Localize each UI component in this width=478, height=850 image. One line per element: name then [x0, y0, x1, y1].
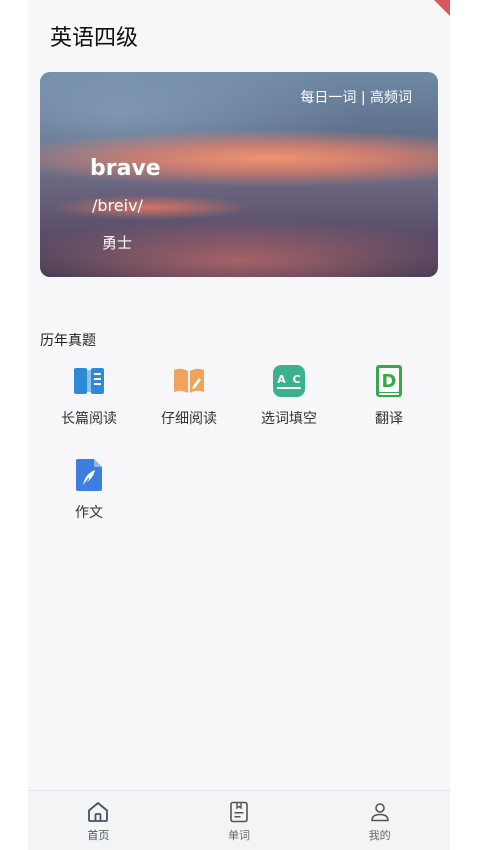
app-screen: 英语四级 每日一词 | 高频词 brave /breiv/ 勇士 历年真题 长篇… [28, 0, 450, 850]
fill-blank-icon: A C [273, 365, 305, 397]
exam-item-careful-reading[interactable]: 仔细阅读 [144, 364, 234, 428]
exam-item-label: 作文 [75, 505, 103, 521]
tab-profile[interactable]: 我的 [309, 791, 450, 850]
svg-text:C: C [292, 373, 300, 386]
vocabulary-icon [230, 801, 248, 823]
dictionary-icon: D [376, 365, 402, 397]
tab-label: 单词 [228, 829, 250, 842]
exam-item-label: 长篇阅读 [61, 411, 117, 427]
user-icon [370, 803, 389, 822]
daily-word-meaning: 勇士 [102, 234, 133, 252]
exam-item-translation[interactable]: D 翻译 [344, 364, 434, 428]
section-title-past-exams: 历年真题 [40, 333, 96, 349]
exam-item-label: 翻译 [375, 411, 403, 427]
exam-item-writing[interactable]: 作文 [44, 458, 134, 522]
tab-vocabulary[interactable]: 单词 [169, 791, 310, 850]
daily-word-card[interactable]: 每日一词 | 高频词 brave /breiv/ 勇士 [40, 72, 438, 277]
svg-text:D: D [382, 371, 397, 392]
quill-document-icon [76, 459, 102, 491]
tab-home[interactable]: 首页 [28, 791, 169, 850]
svg-text:A: A [277, 373, 286, 386]
daily-word: brave [90, 156, 161, 181]
daily-word-tag: 每日一词 | 高频词 [300, 90, 412, 106]
reading-book-icon [174, 368, 204, 393]
exam-item-label: 仔细阅读 [161, 411, 217, 427]
exam-item-long-reading[interactable]: 长篇阅读 [44, 364, 134, 428]
corner-badge [434, 0, 450, 16]
exam-item-word-fill[interactable]: A C 选词填空 [244, 364, 334, 428]
home-icon [88, 802, 109, 822]
tab-label: 我的 [368, 829, 391, 842]
open-book-icon [74, 368, 104, 394]
daily-word-phonetic: /breiv/ [92, 196, 143, 215]
tab-label: 首页 [87, 829, 110, 842]
exam-item-label: 选词填空 [261, 411, 317, 427]
bottom-tab-bar: 首页 单词 我的 [28, 790, 450, 850]
page-title: 英语四级 [50, 26, 139, 51]
